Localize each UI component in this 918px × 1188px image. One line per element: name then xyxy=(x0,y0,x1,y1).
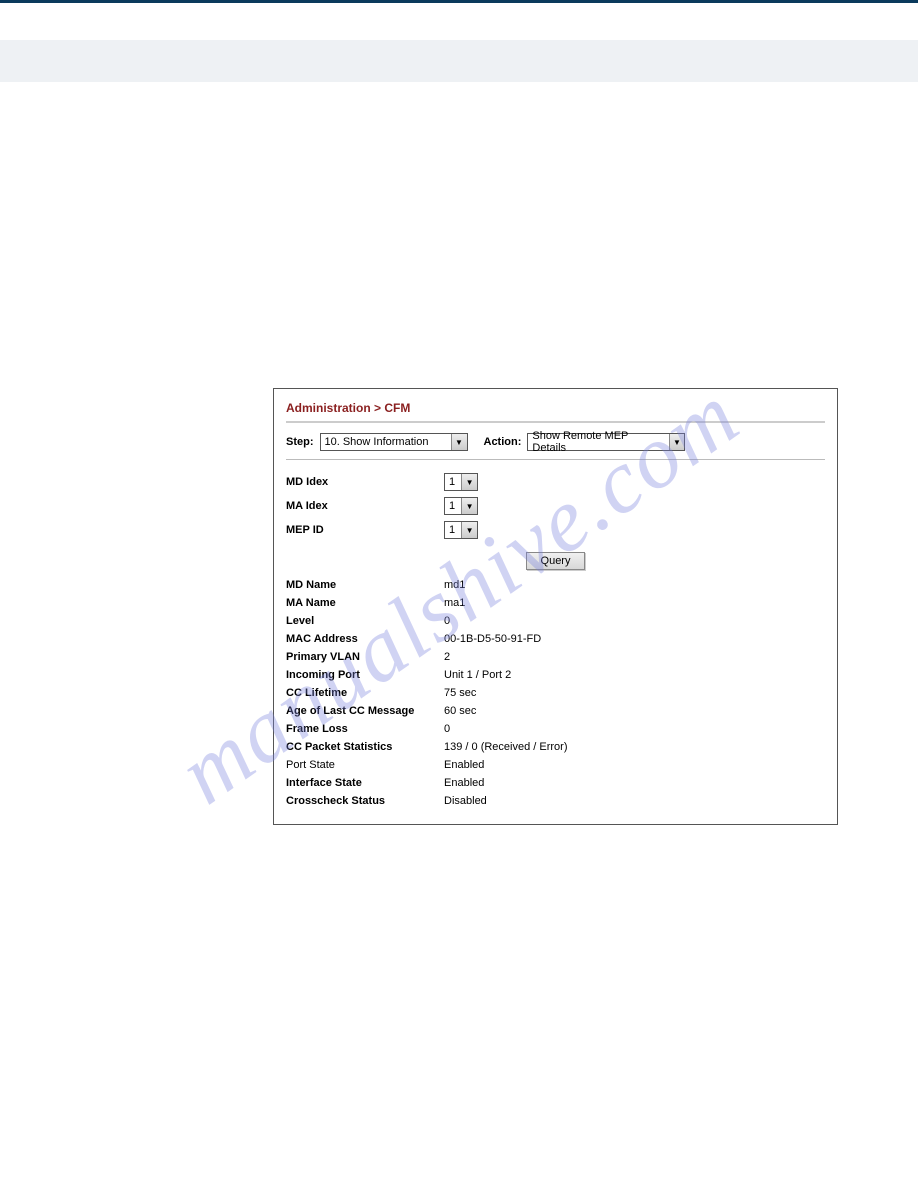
control-row: Step: 10. Show Information ▼ Action: Sho… xyxy=(286,429,825,460)
detail-row: MAC Address00-1B-D5-50-91-FD xyxy=(286,630,825,648)
detail-row: MD Namemd1 xyxy=(286,576,825,594)
detail-label: Frame Loss xyxy=(286,723,444,735)
detail-row: Port StateEnabled xyxy=(286,756,825,774)
chevron-down-icon: ▼ xyxy=(461,474,477,490)
md-index-value: 1 xyxy=(449,476,461,488)
ma-index-label: MA Idex xyxy=(286,500,444,512)
detail-row: Level0 xyxy=(286,612,825,630)
detail-row: Interface StateEnabled xyxy=(286,774,825,792)
detail-value: md1 xyxy=(444,579,465,591)
detail-row: Primary VLAN2 xyxy=(286,648,825,666)
detail-label: MA Name xyxy=(286,597,444,609)
step-select-value: 10. Show Information xyxy=(325,436,435,448)
query-row: Query xyxy=(286,542,825,576)
breadcrumb: Administration > CFM xyxy=(286,397,825,421)
detail-row: Incoming PortUnit 1 / Port 2 xyxy=(286,666,825,684)
detail-value: 75 sec xyxy=(444,687,476,699)
mep-id-row: MEP ID 1 ▼ xyxy=(286,518,825,542)
detail-value: 2 xyxy=(444,651,450,663)
detail-value: Disabled xyxy=(444,795,487,807)
detail-label: Incoming Port xyxy=(286,669,444,681)
detail-value: Enabled xyxy=(444,759,484,771)
chevron-down-icon: ▼ xyxy=(461,522,477,538)
detail-label: Level xyxy=(286,615,444,627)
detail-value: ma1 xyxy=(444,597,465,609)
query-button[interactable]: Query xyxy=(526,552,586,570)
detail-label: Port State xyxy=(286,759,444,771)
detail-value: 0 xyxy=(444,615,450,627)
detail-label: Primary VLAN xyxy=(286,651,444,663)
action-select-value: Show Remote MEP Details xyxy=(532,430,668,454)
detail-value: 60 sec xyxy=(444,705,476,717)
chevron-down-icon: ▼ xyxy=(669,434,685,450)
chevron-down-icon: ▼ xyxy=(451,434,467,450)
top-border xyxy=(0,0,918,40)
detail-label: Age of Last CC Message xyxy=(286,705,444,717)
detail-label: CC Lifetime xyxy=(286,687,444,699)
detail-value: 139 / 0 (Received / Error) xyxy=(444,741,568,753)
action-select[interactable]: Show Remote MEP Details ▼ xyxy=(527,433,685,451)
detail-row: MA Namema1 xyxy=(286,594,825,612)
mep-id-select[interactable]: 1 ▼ xyxy=(444,521,478,539)
ma-index-value: 1 xyxy=(449,500,461,512)
ma-index-select[interactable]: 1 ▼ xyxy=(444,497,478,515)
detail-row: Crosscheck StatusDisabled xyxy=(286,792,825,810)
mep-id-label: MEP ID xyxy=(286,524,444,536)
divider xyxy=(286,421,825,423)
step-label: Step: xyxy=(286,436,314,448)
detail-row: Frame Loss0 xyxy=(286,720,825,738)
detail-value: 00-1B-D5-50-91-FD xyxy=(444,633,541,645)
md-index-row: MD Idex 1 ▼ xyxy=(286,470,825,494)
mep-id-value: 1 xyxy=(449,524,461,536)
details-list: MD Namemd1MA Namema1Level0MAC Address00-… xyxy=(286,576,825,810)
detail-row: CC Packet Statistics139 / 0 (Received / … xyxy=(286,738,825,756)
detail-value: Unit 1 / Port 2 xyxy=(444,669,511,681)
header-strip xyxy=(0,40,918,82)
cfm-panel: Administration > CFM Step: 10. Show Info… xyxy=(273,388,838,825)
detail-row: Age of Last CC Message60 sec xyxy=(286,702,825,720)
detail-label: MAC Address xyxy=(286,633,444,645)
md-index-select[interactable]: 1 ▼ xyxy=(444,473,478,491)
ma-index-row: MA Idex 1 ▼ xyxy=(286,494,825,518)
detail-label: Interface State xyxy=(286,777,444,789)
detail-value: 0 xyxy=(444,723,450,735)
chevron-down-icon: ▼ xyxy=(461,498,477,514)
step-select[interactable]: 10. Show Information ▼ xyxy=(320,433,468,451)
detail-label: CC Packet Statistics xyxy=(286,741,444,753)
detail-value: Enabled xyxy=(444,777,484,789)
detail-label: Crosscheck Status xyxy=(286,795,444,807)
detail-row: CC Lifetime75 sec xyxy=(286,684,825,702)
action-label: Action: xyxy=(484,436,522,448)
md-index-label: MD Idex xyxy=(286,476,444,488)
detail-label: MD Name xyxy=(286,579,444,591)
